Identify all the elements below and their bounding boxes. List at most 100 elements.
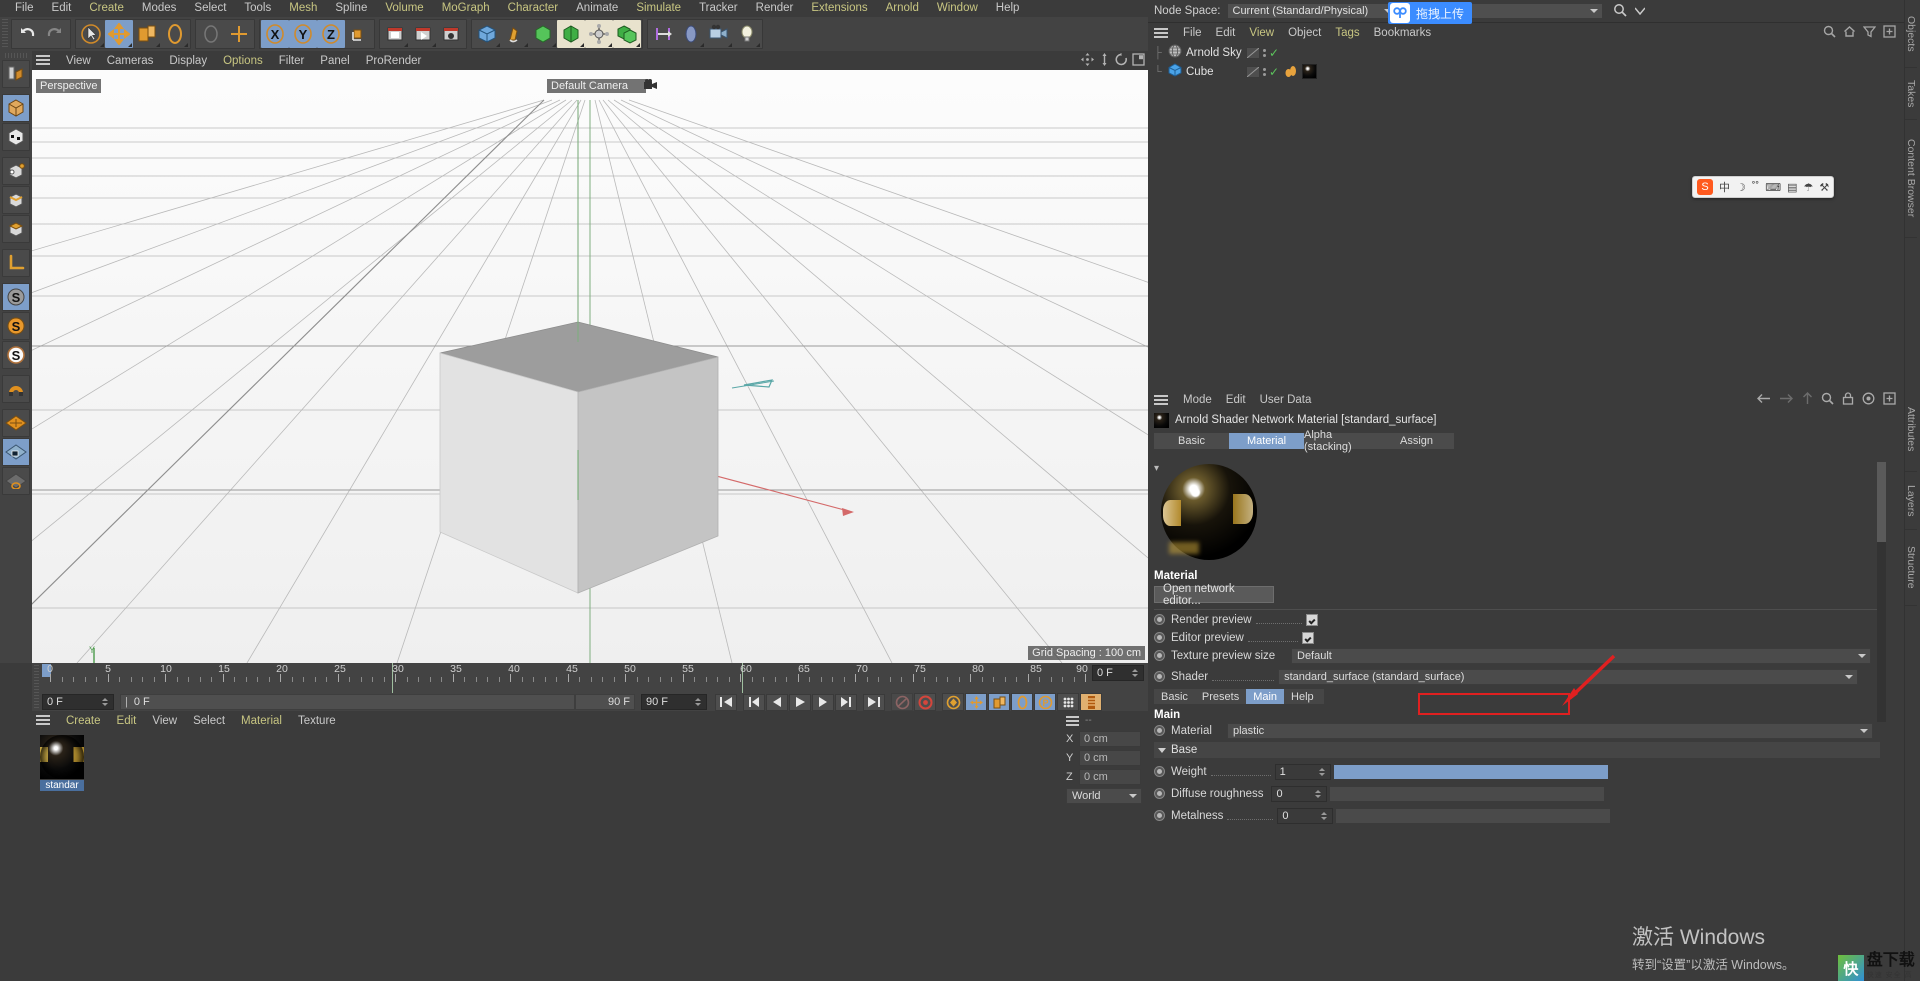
menu-item-spline[interactable]: Spline	[326, 0, 376, 17]
expand-icon[interactable]	[1883, 25, 1896, 41]
subtab-main[interactable]: Main	[1246, 689, 1285, 704]
editor-preview-radio[interactable]	[1154, 632, 1165, 643]
material-preview-thumbnail[interactable]	[40, 735, 84, 779]
spinner-icon[interactable]	[1318, 765, 1326, 779]
collapse-chevron-icon[interactable]: ▾	[1154, 464, 1159, 474]
redo-icon[interactable]	[41, 20, 69, 48]
tab-material[interactable]: Material	[1229, 433, 1304, 449]
open-network-editor-button[interactable]: Open network editor...	[1154, 583, 1274, 607]
menu-item-help[interactable]: Help	[987, 0, 1029, 17]
lock-workplane-icon[interactable]	[2, 438, 30, 466]
menu-item-window[interactable]: Window	[928, 0, 987, 17]
axis-mode-icon[interactable]	[2, 249, 30, 277]
scale-tool-icon[interactable]	[133, 20, 161, 48]
axis-y-icon[interactable]: Y	[289, 20, 317, 48]
diffuse-roughness-field[interactable]: 0	[1271, 785, 1328, 802]
hamburger-icon[interactable]	[36, 55, 50, 66]
menu-item-create[interactable]: Create	[80, 0, 133, 17]
scene-nodes-icon[interactable]	[585, 20, 613, 48]
go-to-end-button[interactable]	[863, 693, 885, 711]
spinner-icon[interactable]	[1131, 666, 1139, 680]
timeline-grip[interactable]	[34, 665, 39, 709]
enabled-check-icon[interactable]: ✓	[1269, 46, 1279, 60]
key-pla-button[interactable]	[1057, 693, 1079, 711]
menu-item-volume[interactable]: Volume	[376, 0, 432, 17]
layer-swatch[interactable]	[1246, 65, 1260, 78]
up-arrow-icon[interactable]	[1802, 392, 1813, 408]
weight-field[interactable]: 1	[1274, 763, 1331, 780]
select-tool-icon[interactable]	[77, 20, 105, 48]
ime-moon-icon[interactable]: ☽	[1736, 181, 1746, 194]
menu-item-tracker[interactable]: Tracker	[690, 0, 747, 17]
render-settings-icon[interactable]	[437, 20, 465, 48]
side-tab-takes[interactable]: Takes	[1905, 68, 1917, 120]
ime-keyboard-icon[interactable]: ⌨	[1765, 181, 1781, 194]
visibility-dots[interactable]	[1263, 67, 1266, 76]
play-button[interactable]	[789, 693, 811, 711]
coord-z-field[interactable]: 0 cm	[1079, 769, 1141, 785]
pivot-icon[interactable]	[197, 20, 225, 48]
viewport-menu-filter[interactable]: Filter	[271, 55, 313, 67]
diffuse-roughness-slider[interactable]	[1329, 785, 1606, 802]
spinner-icon[interactable]	[1320, 809, 1328, 823]
menu-item-character[interactable]: Character	[499, 0, 568, 17]
hamburger-icon[interactable]	[1154, 394, 1168, 406]
editor-preview-checkbox[interactable]	[1301, 631, 1314, 644]
upload-badge[interactable]: 拖拽上传	[1388, 2, 1473, 24]
menu-item-simulate[interactable]: Simulate	[627, 0, 690, 17]
spinner-icon[interactable]	[694, 695, 702, 709]
subtab-presets[interactable]: Presets	[1195, 689, 1246, 704]
frame-start-field[interactable]: 0 F	[42, 694, 114, 710]
tab-alpha-stacking[interactable]: Alpha (stacking)	[1304, 429, 1379, 453]
record-active-objects-button[interactable]	[891, 693, 913, 711]
cube-primitive-icon[interactable]	[473, 20, 501, 48]
quantize-icon[interactable]: S	[2, 341, 30, 369]
object-menu-view[interactable]: View	[1242, 27, 1281, 39]
key-scale-button[interactable]	[988, 693, 1010, 711]
object-row-cube[interactable]: └ Cube ✓	[1148, 62, 1904, 81]
render-preview-checkbox[interactable]	[1305, 613, 1318, 626]
enable-snap-icon[interactable]: S	[2, 283, 30, 311]
tab-basic[interactable]: Basic	[1154, 433, 1229, 449]
attr-menu-edit[interactable]: Edit	[1219, 394, 1253, 406]
key-rotation-button[interactable]	[1011, 693, 1033, 711]
render-preview-radio[interactable]	[1154, 614, 1165, 625]
tab-assign[interactable]: Assign	[1379, 433, 1454, 449]
material-menu-texture[interactable]: Texture	[290, 715, 344, 727]
ime-tools-icon[interactable]: ⚒	[1819, 181, 1829, 194]
material-name-label[interactable]: standar	[40, 780, 84, 791]
sogou-logo-icon[interactable]: S	[1697, 179, 1713, 195]
metalness-slider[interactable]	[1335, 807, 1612, 824]
viewport-menu-view[interactable]: View	[58, 55, 99, 67]
object-menu-tags[interactable]: Tags	[1328, 27, 1366, 39]
metalness-field[interactable]: 0	[1277, 807, 1334, 824]
object-name-arnold-sky[interactable]: Arnold Sky	[1186, 47, 1242, 59]
keyframe-selection-button[interactable]	[942, 693, 964, 711]
menu-item-file[interactable]: File	[6, 0, 43, 17]
side-tab-content-browser[interactable]: Content Browser	[1905, 120, 1917, 238]
attr-menu-mode[interactable]: Mode	[1176, 394, 1219, 406]
go-to-start-button[interactable]	[715, 693, 737, 711]
spline-pen-icon[interactable]	[501, 20, 529, 48]
metalness-radio[interactable]	[1154, 810, 1165, 821]
material-menu-create[interactable]: Create	[58, 715, 109, 727]
filter-icon[interactable]	[1862, 25, 1877, 41]
snap-settings-icon[interactable]: S	[2, 312, 30, 340]
timeline-ruler[interactable]: 0 5 10 15 20 25 30 35 40 45 50 55 60 65 …	[42, 663, 1088, 693]
frame-range-display-left[interactable]: | 0 F	[120, 694, 575, 710]
material-menu-view[interactable]: View	[144, 715, 185, 727]
target-icon[interactable]	[1862, 392, 1875, 408]
ime-lang-icon[interactable]: 中	[1719, 179, 1730, 195]
key-parameter-button[interactable]: P	[1034, 693, 1056, 711]
ime-dots-icon[interactable]: ˚˚	[1752, 181, 1759, 193]
workplane-icon[interactable]	[2, 409, 30, 437]
object-menu-bookmarks[interactable]: Bookmarks	[1367, 27, 1439, 39]
subtab-basic[interactable]: Basic	[1154, 689, 1195, 704]
coord-system-dropdown[interactable]: World	[1066, 788, 1142, 804]
axis-x-icon[interactable]: X	[261, 20, 289, 48]
menu-item-animate[interactable]: Animate	[567, 0, 627, 17]
deformer-icon[interactable]	[557, 20, 585, 48]
hamburger-icon[interactable]	[36, 715, 50, 726]
weight-radio[interactable]	[1154, 766, 1165, 777]
timeline-mode-button[interactable]	[1080, 693, 1102, 711]
